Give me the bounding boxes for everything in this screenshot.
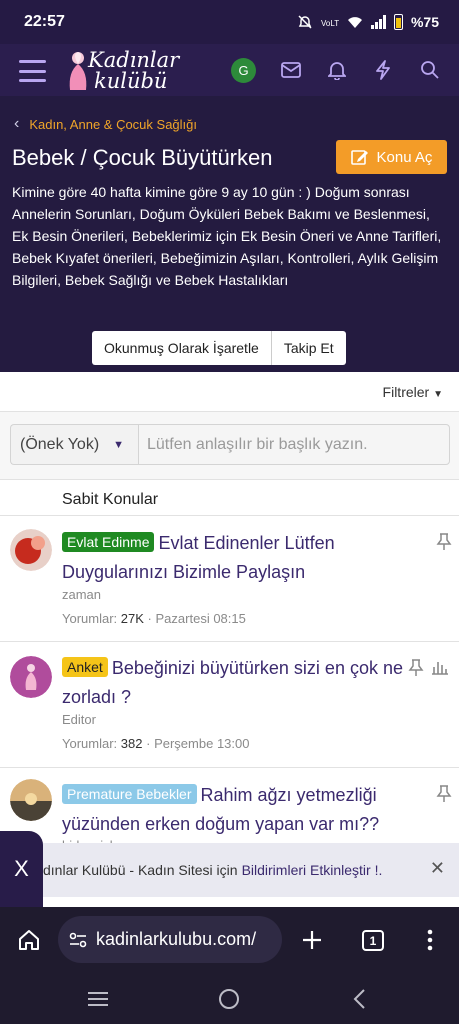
more-menu-icon[interactable] (427, 929, 433, 951)
user-avatar[interactable] (10, 529, 52, 571)
pin-icon (436, 533, 452, 550)
svg-text:VoLTE: VoLTE (321, 19, 339, 28)
thread-meta: Yorumlar: 27K · Pazartesi 08:15 (62, 611, 246, 626)
new-thread-button[interactable]: Konu Aç (336, 140, 447, 174)
thread-prefix-label[interactable]: Evlat Edinme (62, 532, 155, 552)
battery-percent: %75 (410, 14, 439, 30)
prefix-select[interactable]: (Önek Yok) ▼ (10, 424, 138, 465)
tab-switcher-button[interactable]: 1 (362, 930, 384, 951)
home-nav-icon[interactable] (218, 988, 240, 1010)
page-title: Bebek / Çocuk Büyütürken (12, 145, 273, 170)
thread-title[interactable]: Anket Bebeğinizi büyütürken sizi en çok n… (62, 654, 414, 712)
thread-title-text[interactable]: Bebeğinizi büyütürken sizi en çok ne zor… (62, 658, 403, 707)
wifi-icon (347, 17, 362, 28)
mute-icon (298, 15, 312, 29)
notification-banner: dınlar Kulübü - Kadın Sitesi için Bildir… (43, 843, 459, 897)
status-time: 22:57 (24, 13, 65, 30)
signal-icon (370, 15, 386, 29)
filters-dropdown[interactable]: Filtreler ▼ (383, 384, 443, 400)
follow-button[interactable]: Takip Et (270, 331, 346, 365)
thread-item[interactable]: Evlat Edinme Evlat Edinenler Lütfen Duygu… (0, 516, 459, 642)
browser-toolbar: kadinlarkulubu.com/ 1 (0, 907, 459, 973)
close-icon[interactable]: ✕ (430, 858, 445, 879)
mark-read-button[interactable]: Okunmuş Olarak İşaretle (92, 331, 271, 365)
url-text: kadinlarkulubu.com/ (96, 929, 257, 949)
notification-text: dınlar Kulübü - Kadın Sitesi için (43, 862, 238, 878)
user-avatar[interactable] (10, 779, 52, 821)
thread-meta: Yorumlar: 382 · Perşembe 13:00 (62, 736, 250, 751)
search-icon[interactable] (418, 58, 442, 82)
thread-author[interactable]: Editor (62, 712, 96, 727)
lightning-icon[interactable] (371, 58, 395, 82)
prefix-value: (Önek Yok) (20, 435, 100, 453)
forum-description: Kimine göre 40 hafta kimine göre 9 ay 10… (12, 184, 442, 288)
status-bar: 22:57 VoLTE %75 (0, 0, 459, 44)
thread-item[interactable]: Anket Bebeğinizi büyütürken sizi en çok n… (0, 642, 459, 768)
filters-label: Filtreler (382, 384, 430, 400)
sticky-threads-label: Sabit Konular (62, 491, 159, 508)
enable-notifications-link[interactable]: Bildirimleri Etkinleştir !. (242, 862, 383, 878)
edit-icon (350, 150, 368, 165)
poll-icon (432, 662, 448, 675)
thread-date[interactable]: Pazartesi 08:15 (156, 611, 246, 626)
thread-author[interactable]: zaman (62, 587, 101, 602)
thread-prefix-label[interactable]: Anket (62, 657, 108, 677)
reply-count: 382 (120, 736, 143, 751)
user-avatar[interactable] (10, 656, 52, 698)
home-icon[interactable] (17, 929, 41, 951)
filter-bar: Filtreler ▼ (0, 372, 459, 412)
pin-icon (436, 785, 452, 802)
thread-prefix-label[interactable]: Premature Bebekler (62, 784, 197, 804)
thread-date[interactable]: Perşembe 13:00 (154, 736, 249, 751)
caret-down-icon: ▼ (113, 438, 125, 451)
volte-icon: VoLTE (321, 19, 339, 28)
forum-header: ‹ Kadın, Anne & Çocuk Sağlığı Bebek / Ço… (0, 96, 459, 372)
quick-thread-form: (Önek Yok) ▼ (0, 412, 459, 480)
mail-icon[interactable] (279, 58, 303, 82)
logo-woman-icon (69, 52, 87, 90)
dismiss-tab-button[interactable]: X (0, 831, 43, 907)
forum-actions: Okunmuş Olarak İşaretle Takip Et (92, 331, 346, 365)
battery-icon (393, 14, 403, 30)
thread-title-input[interactable] (138, 424, 450, 465)
new-thread-label: Konu Aç (376, 148, 433, 166)
bell-icon[interactable] (325, 58, 349, 82)
site-logo[interactable]: Kadınlar kulübü (66, 48, 186, 94)
new-tab-icon[interactable] (302, 930, 322, 950)
breadcrumb[interactable]: ‹ Kadın, Anne & Çocuk Sağlığı (14, 115, 197, 133)
logo-text-line2: kulübü (94, 69, 168, 93)
thread-title[interactable]: Evlat Edinme Evlat Edinenler Lütfen Duygu… (62, 529, 414, 587)
sticky-threads-header: Sabit Konular (0, 480, 459, 516)
caret-down-icon: ▼ (433, 389, 443, 400)
address-bar[interactable]: kadinlarkulubu.com/ (58, 916, 282, 963)
site-header: Kadınlar kulübü G (0, 44, 459, 96)
system-nav-bar (0, 973, 459, 1024)
pin-icon (408, 659, 424, 676)
menu-icon[interactable] (19, 60, 46, 82)
breadcrumb-link[interactable]: Kadın, Anne & Çocuk Sağlığı (29, 117, 197, 132)
thread-title[interactable]: Premature Bebekler Rahim ağzı yetmezliği … (62, 781, 414, 839)
reply-count: 27K (120, 611, 144, 626)
recent-apps-icon[interactable] (87, 991, 109, 1007)
site-settings-icon[interactable] (69, 931, 87, 949)
chevron-left-icon: ‹ (14, 115, 20, 132)
back-nav-icon[interactable] (352, 988, 366, 1010)
user-avatar[interactable]: G (231, 58, 256, 83)
